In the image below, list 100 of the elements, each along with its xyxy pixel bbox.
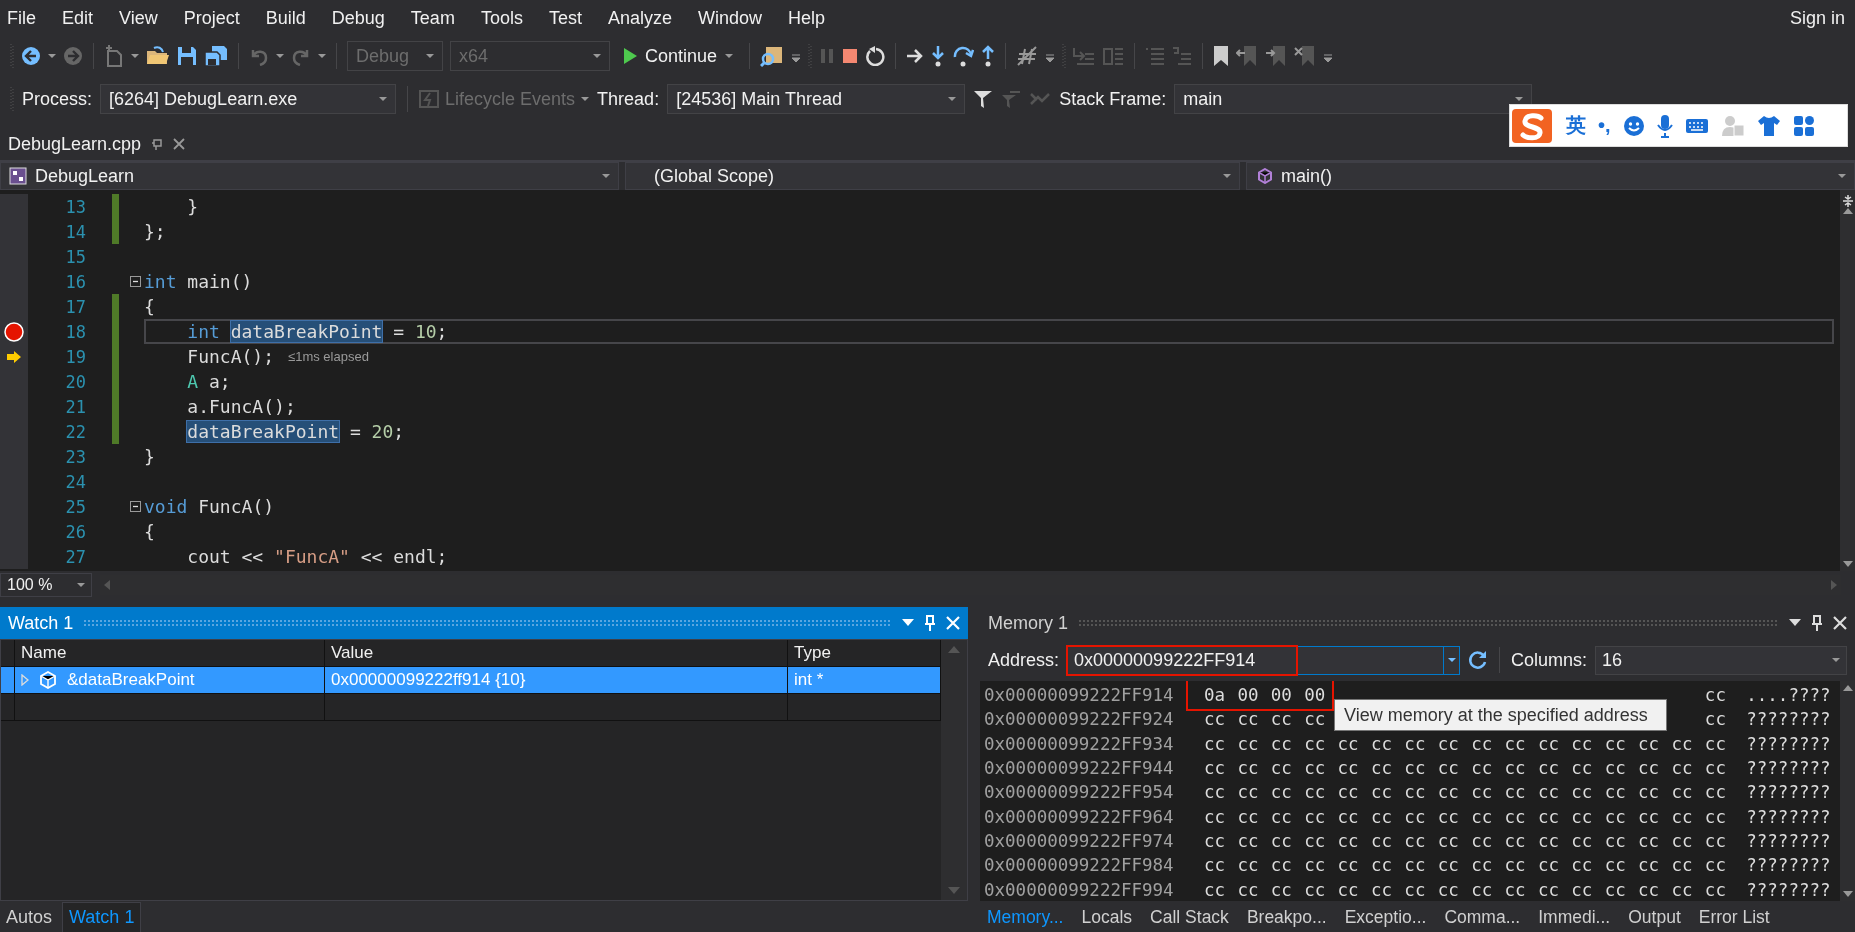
byte-value: cc: [1270, 758, 1293, 779]
byte-value: cc: [1304, 733, 1327, 754]
byte-value: cc: [1571, 733, 1594, 754]
menu-item[interactable]: Tools: [473, 7, 536, 29]
sign-in-link[interactable]: Sign in: [1789, 7, 1855, 29]
save-icon[interactable]: [177, 46, 197, 66]
back-icon[interactable]: [21, 46, 41, 66]
byte-value: cc: [1204, 782, 1227, 803]
byte-value: cc: [1571, 879, 1594, 900]
panel-tab[interactable]: Immedi...: [1531, 902, 1618, 932]
menu-item[interactable]: Help: [781, 7, 839, 29]
microphone-icon[interactable]: [1656, 113, 1673, 138]
find-in-files-icon[interactable]: [760, 45, 785, 67]
caret-icon[interactable]: [48, 54, 56, 58]
menu-item[interactable]: File: [0, 7, 49, 29]
table-cell[interactable]: [15, 694, 325, 721]
menu-item[interactable]: Test: [541, 7, 595, 29]
filter-icon[interactable]: [973, 89, 994, 109]
stack-frame-label: Stack Frame:: [1059, 88, 1167, 110]
folder-icon[interactable]: [146, 46, 170, 66]
bookmark-previous-icon[interactable]: [1236, 45, 1259, 67]
byte-value: cc: [1270, 855, 1293, 876]
scope-dropdown[interactable]: (Global Scope): [625, 162, 1240, 190]
input-mode-toggle[interactable]: 英: [1566, 112, 1586, 139]
memory-text: ????????: [1746, 830, 1831, 851]
panel-tab[interactable]: Locals: [1074, 902, 1140, 932]
new-item-icon[interactable]: [104, 45, 124, 67]
menu-item[interactable]: View: [112, 7, 171, 29]
step-over-icon[interactable]: [952, 45, 975, 67]
panel-tab[interactable]: Output: [1621, 902, 1688, 932]
collapse-icon[interactable]: [130, 276, 141, 287]
column-header[interactable]: Type: [788, 640, 941, 667]
caret-icon[interactable]: [318, 54, 326, 58]
address-field[interactable]: 0x00000099222FF914: [1067, 645, 1461, 675]
arrow-right-icon[interactable]: [906, 49, 925, 63]
line-number: 14: [64, 221, 86, 242]
step-into-icon[interactable]: [931, 45, 946, 67]
bookmark-clear-icon[interactable]: [1294, 45, 1317, 67]
line-number: 15: [64, 246, 86, 267]
byte-value: 00: [1304, 685, 1327, 706]
panel-tab[interactable]: Comma...: [1437, 902, 1528, 932]
save-all-icon[interactable]: [204, 45, 228, 67]
columns-dropdown[interactable]: 16: [1595, 645, 1847, 675]
zoom-dropdown[interactable]: 100 %: [0, 572, 92, 597]
scroll-up-icon[interactable]: [1842, 208, 1853, 214]
menu-item[interactable]: Window: [690, 7, 775, 29]
byte-value: cc: [1471, 855, 1494, 876]
bookmark-next-icon[interactable]: [1265, 45, 1288, 67]
pin-icon[interactable]: [151, 138, 164, 150]
smiley-icon[interactable]: [1622, 114, 1645, 137]
panel-tab[interactable]: Exceptio...: [1337, 902, 1434, 932]
step-out-icon[interactable]: [981, 45, 996, 67]
scroll-up-icon[interactable]: [1842, 685, 1853, 691]
menu-item[interactable]: Debug: [324, 7, 398, 29]
panel-tab[interactable]: Autos: [0, 902, 59, 932]
panel-tab[interactable]: Breakpo...: [1239, 902, 1334, 932]
caret-icon[interactable]: [276, 54, 284, 58]
project-dropdown[interactable]: DebugLearn: [0, 162, 619, 190]
panel-tab[interactable]: Error List: [1691, 902, 1777, 932]
restart-icon[interactable]: [865, 46, 886, 66]
byte-value: cc: [1537, 879, 1560, 900]
column-header[interactable]: Value: [325, 640, 788, 667]
menu-item[interactable]: Edit: [55, 7, 107, 29]
forward-icon[interactable]: [63, 46, 83, 66]
menu-item[interactable]: Project: [176, 7, 253, 29]
scroll-down-icon[interactable]: [1842, 561, 1853, 567]
byte-value: cc: [1204, 709, 1227, 730]
line-number: 19: [64, 346, 86, 367]
shirt-icon[interactable]: [1756, 114, 1781, 137]
panel-tab[interactable]: Call Stack: [1143, 902, 1236, 932]
member-dropdown[interactable]: main(): [1246, 162, 1855, 190]
menu-item[interactable]: Analyze: [600, 7, 685, 29]
hexadecimal-icon[interactable]: [1016, 46, 1039, 66]
vertical-scrollbar[interactable]: [1840, 190, 1855, 571]
process-dropdown[interactable]: [6264] DebugLearn.exe: [100, 84, 397, 114]
menu-item[interactable]: Build: [258, 7, 319, 29]
column-header[interactable]: Name: [15, 640, 325, 667]
keyboard-icon[interactable]: [1684, 116, 1709, 135]
caret-icon[interactable]: [131, 54, 139, 58]
panel-tab[interactable]: Watch 1: [62, 902, 142, 932]
grid-icon[interactable]: [1792, 114, 1815, 137]
panel-title: Memory 1: [988, 612, 1068, 634]
table-cell[interactable]: [325, 694, 788, 721]
thread-dropdown[interactable]: [24536] Main Thread: [667, 84, 966, 114]
byte-value: cc: [1571, 806, 1594, 827]
panel-tab[interactable]: Memory...: [980, 902, 1071, 932]
menu-item[interactable]: Team: [403, 7, 468, 29]
close-icon[interactable]: [173, 138, 186, 150]
scroll-down-icon[interactable]: [1842, 891, 1853, 897]
dropdown-icon[interactable]: [902, 619, 914, 627]
bookmark-icon[interactable]: [1213, 45, 1230, 67]
splitter-icon[interactable]: [1841, 194, 1854, 208]
caret-icon[interactable]: [1447, 658, 1456, 662]
stack-frame-dropdown[interactable]: main: [1174, 84, 1533, 114]
tooltip: View memory at the specified address: [1334, 699, 1667, 731]
stop-icon[interactable]: [842, 48, 859, 64]
continue-button[interactable]: Continue: [617, 43, 740, 69]
refresh-icon[interactable]: [1468, 650, 1489, 670]
punctuation-toggle[interactable]: •,: [1598, 114, 1611, 137]
collapse-icon[interactable]: [130, 501, 141, 512]
